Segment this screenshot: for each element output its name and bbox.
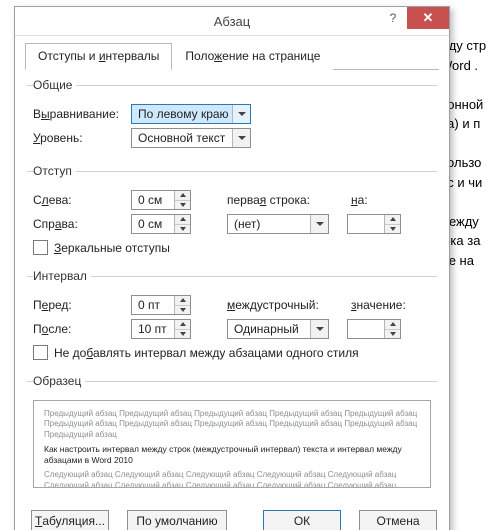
line-spacing-select[interactable]: Одинарный bbox=[227, 319, 329, 339]
spinner-down-icon[interactable] bbox=[175, 200, 190, 210]
preview-box: Предыдущий абзац Предыдущий абзац Предыд… bbox=[33, 400, 431, 488]
titlebar: Абзац ? ✕ bbox=[15, 7, 449, 36]
chevron-down-icon bbox=[232, 105, 250, 123]
button-bar: Табуляция... По умолчанию ОК Отмена bbox=[25, 500, 439, 530]
spacing-before-label: Перед: bbox=[33, 298, 125, 312]
spacing-after-label: После: bbox=[33, 322, 125, 336]
spacing-after-value: 10 пт bbox=[132, 320, 174, 338]
spacing-after-spinner[interactable]: 10 пт bbox=[131, 319, 191, 339]
group-general: Общие Выравнивание: По левому краю Урове… bbox=[27, 78, 437, 158]
tab-indents-spacing[interactable]: Отступы и интервалы bbox=[25, 43, 172, 70]
paragraph-dialog: Абзац ? ✕ Отступы и интервалы Положение … bbox=[14, 6, 450, 530]
indent-by-label: на: bbox=[351, 193, 421, 207]
level-select[interactable]: Основной текст bbox=[131, 128, 251, 148]
indent-right-label: Справа: bbox=[33, 217, 125, 231]
spinner-down-icon[interactable] bbox=[175, 305, 190, 315]
mirror-indents-checkbox[interactable]: Зеркальные отступы bbox=[33, 240, 431, 255]
ok-button[interactable]: ОК bbox=[263, 510, 341, 530]
no-space-same-style-checkbox[interactable]: Не добавлять интервал между абзацами одн… bbox=[33, 345, 431, 360]
tabs-button[interactable]: Табуляция... bbox=[31, 510, 109, 530]
spinner-down-icon[interactable] bbox=[385, 224, 400, 234]
group-sample-legend: Образец bbox=[33, 374, 85, 388]
spacing-before-value: 0 пт bbox=[132, 296, 174, 314]
chevron-down-icon bbox=[232, 129, 250, 147]
spinner-down-icon[interactable] bbox=[385, 329, 400, 339]
preview-current-text: Как настроить интервал между строк (межд… bbox=[44, 444, 420, 466]
indent-right-spinner[interactable]: 0 см bbox=[131, 214, 191, 234]
set-default-button[interactable]: По умолчанию bbox=[127, 510, 227, 530]
spinner-up-icon[interactable] bbox=[175, 296, 190, 305]
cancel-button[interactable]: Отмена bbox=[359, 510, 437, 530]
spacing-at-label: значение: bbox=[351, 298, 421, 312]
group-sample: Образец Предыдущий абзац Предыдущий абза… bbox=[27, 374, 437, 494]
spinner-up-icon[interactable] bbox=[385, 320, 400, 329]
level-label: Уровень: bbox=[33, 131, 125, 145]
spacing-at-value bbox=[348, 320, 384, 338]
checkbox-icon bbox=[33, 345, 48, 360]
group-spacing: Интервал Перед: 0 пт междустрочный: знач… bbox=[27, 269, 437, 368]
chevron-down-icon bbox=[310, 215, 328, 233]
checkbox-icon bbox=[33, 240, 48, 255]
spinner-up-icon[interactable] bbox=[175, 215, 190, 224]
preview-next-text: Следующий абзац Следующий абзац Следующи… bbox=[44, 470, 420, 488]
spacing-at-spinner[interactable] bbox=[347, 319, 401, 339]
no-space-same-style-label: Не добавлять интервал между абзацами одн… bbox=[54, 346, 359, 360]
close-button[interactable]: ✕ bbox=[407, 7, 449, 29]
indent-by-value bbox=[348, 215, 384, 233]
first-line-select[interactable]: (нет) bbox=[227, 214, 329, 234]
tab-page-position[interactable]: Положение на странице bbox=[172, 43, 333, 70]
alignment-value: По левому краю bbox=[132, 107, 232, 121]
spinner-down-icon[interactable] bbox=[175, 329, 190, 339]
group-indent: Отступ Слева: 0 см первая строка: на: bbox=[27, 164, 437, 263]
tab-bar: Отступы и интервалы Положение на страниц… bbox=[25, 42, 439, 70]
level-value: Основной текст bbox=[132, 131, 232, 145]
help-button[interactable]: ? bbox=[379, 7, 407, 29]
line-spacing-label: междустрочный: bbox=[227, 298, 345, 312]
line-spacing-value: Одинарный bbox=[228, 322, 310, 336]
alignment-label: Выравнивание: bbox=[33, 107, 125, 121]
indent-by-spinner[interactable] bbox=[347, 214, 401, 234]
spinner-up-icon[interactable] bbox=[175, 320, 190, 329]
first-line-label: первая строка: bbox=[227, 193, 345, 207]
group-spacing-legend: Интервал bbox=[33, 269, 91, 283]
spinner-up-icon[interactable] bbox=[175, 191, 190, 200]
spinner-down-icon[interactable] bbox=[175, 224, 190, 234]
indent-right-value: 0 см bbox=[132, 215, 174, 233]
indent-left-spinner[interactable]: 0 см bbox=[131, 190, 191, 210]
spinner-up-icon[interactable] bbox=[385, 215, 400, 224]
first-line-value: (нет) bbox=[228, 217, 310, 231]
chevron-down-icon bbox=[310, 320, 328, 338]
indent-left-label: Слева: bbox=[33, 193, 125, 207]
alignment-select[interactable]: По левому краю bbox=[131, 104, 251, 124]
spacing-before-spinner[interactable]: 0 пт bbox=[131, 295, 191, 315]
group-general-legend: Общие bbox=[33, 78, 76, 92]
mirror-indents-label: Зеркальные отступы bbox=[54, 241, 170, 255]
group-indent-legend: Отступ bbox=[33, 164, 76, 178]
preview-prev-text: Предыдущий абзац Предыдущий абзац Предыд… bbox=[44, 409, 420, 440]
indent-left-value: 0 см bbox=[132, 191, 174, 209]
